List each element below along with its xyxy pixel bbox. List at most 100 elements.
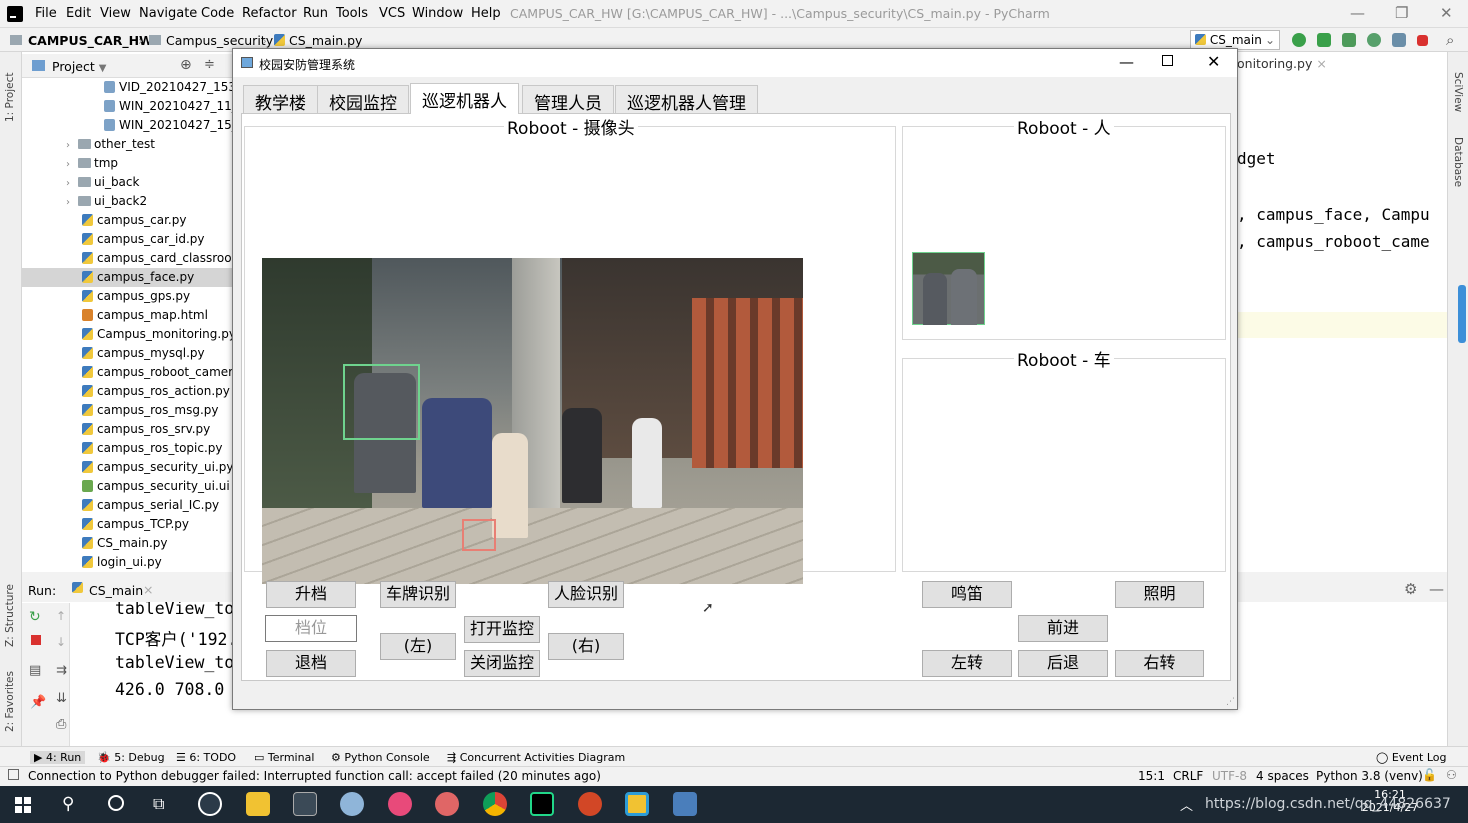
tool-window-sciview[interactable]: SciView: [1452, 72, 1464, 132]
plate-recognition-button[interactable]: 车牌识别: [380, 581, 456, 608]
gear-field[interactable]: 档位: [265, 615, 357, 642]
close-tab-icon[interactable]: ×: [143, 582, 153, 597]
breadcrumb-project[interactable]: CAMPUS_CAR_HW: [28, 33, 153, 48]
tab-patrol-robot[interactable]: 巡逻机器人: [410, 83, 519, 114]
project-tree-item[interactable]: campus_serial_IC.py: [22, 496, 232, 515]
soft-wrap-icon[interactable]: ⇉: [56, 663, 67, 678]
menu-tools[interactable]: Tools: [336, 6, 368, 21]
cortana-icon[interactable]: [108, 795, 124, 811]
print-icon[interactable]: ⎙: [56, 717, 66, 732]
backward-button[interactable]: 后退: [1018, 650, 1108, 677]
menu-help[interactable]: Help: [471, 6, 501, 21]
menu-view[interactable]: View: [100, 6, 131, 21]
tab-campus-monitoring[interactable]: 校园监控: [317, 85, 409, 114]
close-monitoring-button[interactable]: 关闭监控: [464, 650, 540, 677]
tab-admin-staff[interactable]: 管理人员: [522, 85, 614, 114]
turn-left-button[interactable]: 左转: [922, 650, 1012, 677]
down-arrow-icon[interactable]: ↓: [56, 635, 66, 649]
tool-tab-debug[interactable]: 🐞 5: Debug: [97, 751, 165, 764]
horn-button[interactable]: 鸣笛: [922, 581, 1012, 608]
gear-down-button[interactable]: 退档: [266, 650, 356, 677]
tool-tab-todo[interactable]: ☰ 6: TODO: [176, 751, 236, 764]
tool-window-database[interactable]: Database: [1452, 137, 1464, 207]
project-tree-item[interactable]: campus_ros_topic.py: [22, 439, 232, 458]
turn-right-button[interactable]: 右转: [1115, 650, 1204, 677]
menu-navigate[interactable]: Navigate: [139, 6, 197, 21]
qt-titlebar[interactable]: 校园安防管理系统 — ✕: [233, 49, 1237, 77]
project-tree-item[interactable]: campus_car_id.py: [22, 230, 232, 249]
camera-right-button[interactable]: (右): [548, 633, 624, 660]
tool-tab-python-console[interactable]: ⚙ Python Console: [331, 751, 430, 764]
project-tree-item[interactable]: campus_roboot_camera: [22, 363, 232, 382]
project-tree-item[interactable]: campus_security_ui.py: [22, 458, 232, 477]
tool-tab-run[interactable]: ▶ 4: Run: [30, 751, 86, 764]
expand-arrow-icon[interactable]: ›: [66, 136, 78, 154]
close-icon[interactable]: ✕: [1207, 52, 1220, 71]
menu-refactor[interactable]: Refactor: [242, 6, 297, 21]
taskbar-app-icon[interactable]: [198, 792, 222, 816]
taskbar-app-icon[interactable]: [625, 792, 649, 816]
search-icon[interactable]: ⚲: [62, 794, 74, 814]
minimize-icon[interactable]: —: [1350, 4, 1365, 22]
expand-arrow-icon[interactable]: ›: [66, 155, 78, 173]
project-tree-item[interactable]: campus_gps.py: [22, 287, 232, 306]
stop-icon[interactable]: [31, 635, 41, 645]
project-tree-item[interactable]: campus_security_ui.ui: [22, 477, 232, 496]
project-tree-item[interactable]: WIN_20210427_11_3: [22, 97, 232, 116]
forward-button[interactable]: 前进: [1018, 615, 1108, 642]
tab-teaching-building[interactable]: 教学楼: [243, 85, 318, 114]
project-tree-item[interactable]: campus_ros_action.py: [22, 382, 232, 401]
project-tree-item[interactable]: VID_20210427_1538: [22, 78, 232, 97]
project-tree-item[interactable]: campus_ros_msg.py: [22, 401, 232, 420]
caret-position[interactable]: 15:1: [1138, 769, 1165, 783]
run-config-selector[interactable]: CS_main ⌄: [1190, 30, 1280, 50]
event-log-button[interactable]: ◯ Event Log: [1376, 751, 1446, 764]
stop-icon[interactable]: [1417, 35, 1428, 46]
calculator-icon[interactable]: [293, 792, 317, 816]
light-button[interactable]: 照明: [1115, 581, 1204, 608]
expand-arrow-icon[interactable]: ›: [66, 174, 78, 192]
project-tree-item[interactable]: › other_test: [22, 135, 232, 154]
music-app-icon[interactable]: [388, 792, 412, 816]
scroll-end-icon[interactable]: ⇊: [56, 691, 67, 706]
search-icon[interactable]: ⌕: [1446, 31, 1454, 49]
close-icon[interactable]: ✕: [1440, 4, 1453, 22]
project-tree-item[interactable]: › ui_back2: [22, 192, 232, 211]
tool-window-structure[interactable]: Z: Structure: [4, 572, 16, 647]
project-tree-item[interactable]: campus_mysql.py: [22, 344, 232, 363]
menu-vcs[interactable]: VCS: [379, 6, 405, 21]
windows-start-icon[interactable]: [15, 797, 31, 813]
project-label[interactable]: Project: [52, 59, 95, 74]
menu-file[interactable]: File: [35, 6, 57, 21]
locate-icon[interactable]: ⊕: [180, 57, 192, 73]
task-view-icon[interactable]: ⧉: [153, 794, 164, 814]
project-tree-item[interactable]: WIN_20210427_15_0: [22, 116, 232, 135]
chrome-icon[interactable]: [483, 792, 507, 816]
project-tree-item[interactable]: › ui_back: [22, 173, 232, 192]
project-tree-item[interactable]: campus_card_classroom: [22, 249, 232, 268]
line-separator[interactable]: CRLF: [1173, 769, 1203, 783]
breadcrumb-folder[interactable]: Campus_security: [166, 33, 273, 48]
hide-panel-icon[interactable]: —: [1429, 580, 1444, 598]
project-tree-item[interactable]: CS_main.py: [22, 534, 232, 553]
scrollbar-marker[interactable]: [1458, 285, 1466, 343]
code-editor[interactable]: dget , campus_face, Campu , campus_roboo…: [1237, 52, 1447, 572]
notification-icon[interactable]: ⚇: [1446, 768, 1457, 782]
powerpoint-icon[interactable]: [578, 792, 602, 816]
minimize-icon[interactable]: —: [1119, 53, 1134, 71]
pin-icon[interactable]: 📌: [30, 695, 46, 710]
project-tree-item[interactable]: campus_car.py: [22, 211, 232, 230]
breadcrumb-file[interactable]: CS_main.py: [289, 33, 362, 48]
face-recognition-button[interactable]: 人脸识别: [548, 581, 624, 608]
indent-setting[interactable]: 4 spaces: [1256, 769, 1309, 783]
up-arrow-icon[interactable]: ↑: [56, 609, 66, 623]
project-tree-item[interactable]: campus_ros_srv.py: [22, 420, 232, 439]
python-interpreter[interactable]: Python 3.8 (venv): [1316, 769, 1423, 783]
rerun-icon[interactable]: ↻: [29, 609, 41, 625]
debug-icon[interactable]: [1317, 33, 1331, 47]
rerun-icon[interactable]: [1292, 33, 1306, 47]
project-tree-item[interactable]: Campus_monitoring.py: [22, 325, 232, 344]
profile-icon[interactable]: [1367, 33, 1381, 47]
project-tree-item[interactable]: campus_map.html: [22, 306, 232, 325]
layout-icon[interactable]: ▤: [29, 663, 41, 678]
